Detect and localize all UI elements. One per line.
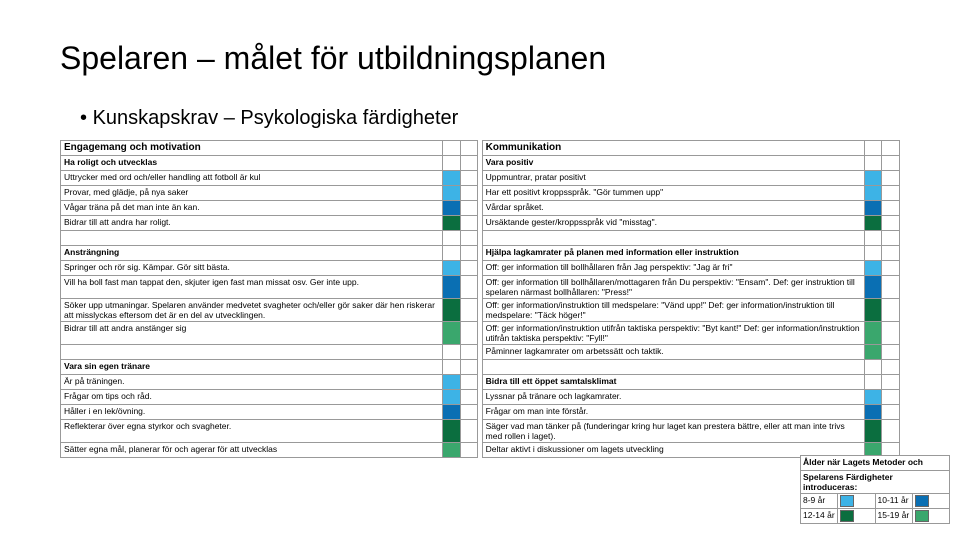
l-g2-title: Ansträngning [61, 246, 443, 261]
age-cell [864, 216, 881, 231]
legend-title1: Ålder när Lagets Metoder och [801, 456, 950, 471]
age-cell [443, 420, 460, 443]
legend-b: 10-11 år [875, 494, 912, 509]
table-row: Vårdar språket. [482, 201, 864, 216]
age-cell [443, 443, 460, 458]
table-row: Vill ha boll fast man tappat den, skjute… [61, 276, 443, 299]
age-cell [443, 390, 460, 405]
table-row: Provar, med glädje, på nya saker [61, 186, 443, 201]
table-row: Uppmuntrar, pratar positivt [482, 171, 864, 186]
age-cell [443, 186, 460, 201]
age-cell [864, 261, 881, 276]
age-cell [443, 299, 460, 322]
legend-a: 8-9 år [801, 494, 838, 509]
table-row: Håller i en lek/övning. [61, 405, 443, 420]
right-header: Kommunikation [482, 141, 864, 156]
age-cell [864, 201, 881, 216]
age-cell [443, 375, 460, 390]
legend: Ålder när Lagets Metoder och Spelarens F… [800, 455, 950, 524]
swatch-10-11 [915, 495, 929, 507]
table-row: Lyssnar på tränare och lagkamrater. [482, 390, 864, 405]
table-row: Bidrar till att andra har roligt. [61, 216, 443, 231]
r-g2-title: Hjälpa lagkamrater på planen med informa… [482, 246, 864, 261]
table-row: Off: ger information/instruktion till me… [482, 299, 864, 322]
skills-table: Engagemang och motivation Kommunikation … [60, 140, 900, 458]
table-row: Säger vad man tänker på (funderingar kri… [482, 420, 864, 443]
legend-d: 15-19 år [875, 509, 912, 524]
page-title: Spelaren – målet för utbildningsplanen [60, 40, 900, 77]
age-cell [864, 345, 881, 360]
age-cell [443, 276, 460, 299]
table-row: Sätter egna mål, planerar för och agerar… [61, 443, 443, 458]
table-row: Påminner lagkamrater om arbetssätt och t… [482, 345, 864, 360]
table-row: Vågar träna på det man inte än kan. [61, 201, 443, 216]
table-row: Reflekterar över egna styrkor och svaghe… [61, 420, 443, 443]
table-row: Frågar om tips och råd. [61, 390, 443, 405]
legend-c: 12-14 år [801, 509, 838, 524]
l-g3-title: Vara sin egen tränare [61, 360, 443, 375]
age-cell [443, 261, 460, 276]
age-cell [864, 420, 881, 443]
age-cell [443, 322, 460, 345]
age-cell [864, 405, 881, 420]
table-row: Är på träningen. [61, 375, 443, 390]
age-cell [864, 186, 881, 201]
swatch-12-14 [840, 510, 854, 522]
age-cell [864, 276, 881, 299]
age-cell [864, 171, 881, 186]
swatch-8-9 [840, 495, 854, 507]
age-cell [864, 390, 881, 405]
left-header: Engagemang och motivation [61, 141, 443, 156]
table-row: Bidrar till att andra anstänger sig [61, 322, 443, 345]
subtitle: Kunskapskrav – Psykologiska färdigheter [80, 107, 900, 130]
r-g3-title: Bidra till ett öppet samtalsklimat [482, 375, 864, 390]
age-cell [443, 405, 460, 420]
table-row: Off: ger information till bollhållaren f… [482, 261, 864, 276]
age-cell [864, 299, 881, 322]
table-row: Uttrycker med ord och/eller handling att… [61, 171, 443, 186]
table-row: Söker upp utmaningar. Spelaren använder … [61, 299, 443, 322]
table-row: Springer och rör sig. Kämpar. Gör sitt b… [61, 261, 443, 276]
table-row: Off: ger information till bollhållaren/m… [482, 276, 864, 299]
age-cell [443, 171, 460, 186]
table-row: Frågar om man inte förstår. [482, 405, 864, 420]
age-cell [443, 216, 460, 231]
age-cell [443, 201, 460, 216]
age-cell [864, 322, 881, 345]
l-g1-title: Ha roligt och utvecklas [61, 156, 443, 171]
swatch-15-19 [915, 510, 929, 522]
table-row: Har ett positivt kroppsspråk. "Gör tumme… [482, 186, 864, 201]
table-row: Off: ger information/instruktion utifrån… [482, 322, 864, 345]
table-row: Ursäktande gester/kroppsspråk vid "misst… [482, 216, 864, 231]
r-g1-title: Vara positiv [482, 156, 864, 171]
legend-title2: Spelarens Färdigheter introduceras: [801, 471, 950, 494]
